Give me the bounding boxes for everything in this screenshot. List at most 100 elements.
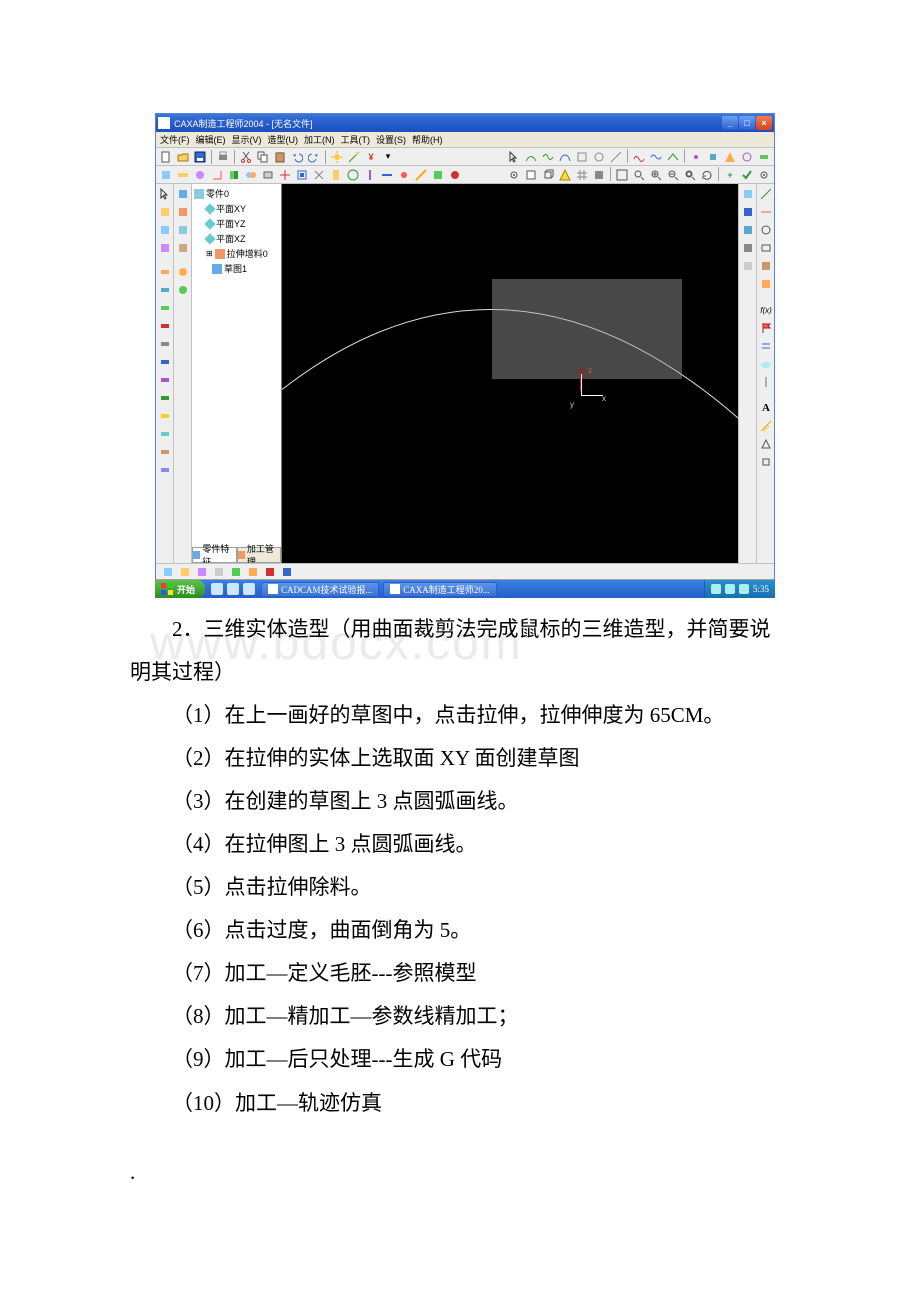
tree-extrude[interactable]: ⊞拉伸增料0: [194, 246, 279, 261]
lt2a-icon[interactable]: [175, 186, 191, 202]
rt-tri-icon[interactable]: [758, 436, 774, 452]
view3-icon[interactable]: [540, 167, 556, 183]
view-shade-icon[interactable]: [591, 167, 607, 183]
op3-icon[interactable]: [722, 149, 738, 165]
view-grid-icon[interactable]: [574, 167, 590, 183]
model-canvas[interactable]: z y x: [282, 184, 738, 563]
rt-text-icon[interactable]: A: [758, 400, 774, 416]
lt11-icon[interactable]: [157, 372, 173, 388]
feat16-icon[interactable]: [413, 167, 429, 183]
print-icon[interactable]: [215, 149, 231, 165]
bt4-icon[interactable]: [211, 564, 227, 580]
open-icon[interactable]: [175, 149, 191, 165]
tree-plane-xy[interactable]: 平面XY: [194, 201, 279, 216]
layer-icon[interactable]: ¥: [363, 149, 379, 165]
tool-c-icon[interactable]: [608, 149, 624, 165]
rt4-icon[interactable]: [740, 240, 756, 256]
view2-icon[interactable]: [523, 167, 539, 183]
feat6-icon[interactable]: [243, 167, 259, 183]
op4-icon[interactable]: [739, 149, 755, 165]
bt7-icon[interactable]: [262, 564, 278, 580]
lt16-icon[interactable]: [157, 462, 173, 478]
sketch-icon[interactable]: [346, 149, 362, 165]
lt12-icon[interactable]: [157, 390, 173, 406]
rt-flag-icon[interactable]: [758, 320, 774, 336]
lt4-icon[interactable]: [157, 240, 173, 256]
ql1-icon[interactable]: [211, 583, 223, 595]
lt14-icon[interactable]: [157, 426, 173, 442]
taskbar-item-1[interactable]: CADCAM技术试验报...: [261, 582, 379, 597]
curve2-icon[interactable]: [540, 149, 556, 165]
save-icon[interactable]: [192, 149, 208, 165]
feat3-icon[interactable]: [192, 167, 208, 183]
menu-model[interactable]: 造型(U): [268, 133, 299, 146]
lt3-icon[interactable]: [157, 222, 173, 238]
rt2f-icon[interactable]: [758, 276, 774, 292]
tray3-icon[interactable]: [739, 584, 749, 594]
menu-machine[interactable]: 加工(N): [304, 133, 335, 146]
rt2a-icon[interactable]: [758, 186, 774, 202]
feat8-icon[interactable]: [277, 167, 293, 183]
sun-icon[interactable]: [329, 149, 345, 165]
lt13-icon[interactable]: [157, 408, 173, 424]
taskbar-item-2[interactable]: CAXA制造工程师20...: [383, 582, 496, 597]
feat11-icon[interactable]: [328, 167, 344, 183]
feat5-icon[interactable]: [226, 167, 242, 183]
lt15-icon[interactable]: [157, 444, 173, 460]
plus-icon[interactable]: +: [722, 167, 738, 183]
lt2f-icon[interactable]: [175, 282, 191, 298]
bt2-icon[interactable]: [177, 564, 193, 580]
menu-tool[interactable]: 工具(T): [341, 133, 371, 146]
win1-icon[interactable]: [614, 167, 630, 183]
op1-icon[interactable]: [688, 149, 704, 165]
rt2c-icon[interactable]: [758, 222, 774, 238]
lt2-icon[interactable]: [157, 204, 173, 220]
maximize-button[interactable]: □: [739, 116, 755, 130]
tree-root[interactable]: 零件0: [194, 186, 279, 201]
gear-icon[interactable]: [756, 167, 772, 183]
feat17-icon[interactable]: [430, 167, 446, 183]
rt2-icon[interactable]: [740, 204, 756, 220]
curve1-icon[interactable]: [523, 149, 539, 165]
tool-a-icon[interactable]: [574, 149, 590, 165]
zoom-reset-icon[interactable]: [631, 167, 647, 183]
rt3-icon[interactable]: [740, 222, 756, 238]
tree-plane-xz[interactable]: 平面XZ: [194, 231, 279, 246]
lt1-icon[interactable]: [157, 186, 173, 202]
start-button[interactable]: 开始: [155, 580, 205, 598]
lt2b-icon[interactable]: [175, 204, 191, 220]
check-icon[interactable]: [739, 167, 755, 183]
dropdown-icon[interactable]: ▾: [380, 149, 396, 165]
feat1-icon[interactable]: [158, 167, 174, 183]
feat13-icon[interactable]: [362, 167, 378, 183]
rotate-icon[interactable]: [699, 167, 715, 183]
view-warn-icon[interactable]: [557, 167, 573, 183]
wave2-icon[interactable]: [648, 149, 664, 165]
ql2-icon[interactable]: [227, 583, 239, 595]
feat15-icon[interactable]: [396, 167, 412, 183]
op2-icon[interactable]: [705, 149, 721, 165]
zoom-fit-icon[interactable]: [682, 167, 698, 183]
bt6-icon[interactable]: [245, 564, 261, 580]
op5-icon[interactable]: [756, 149, 772, 165]
lt5-icon[interactable]: [157, 264, 173, 280]
tool-b-icon[interactable]: [591, 149, 607, 165]
curve3-icon[interactable]: [557, 149, 573, 165]
lt7-icon[interactable]: [157, 300, 173, 316]
feat9-icon[interactable]: [294, 167, 310, 183]
select-icon[interactable]: [506, 149, 522, 165]
lt2c-icon[interactable]: [175, 222, 191, 238]
paste-icon[interactable]: [272, 149, 288, 165]
view1-icon[interactable]: [506, 167, 522, 183]
lt9-icon[interactable]: [157, 336, 173, 352]
zoom-in-icon[interactable]: [648, 167, 664, 183]
lt2e-icon[interactable]: [175, 264, 191, 280]
rt-meas-icon[interactable]: [758, 418, 774, 434]
tree-plane-yz[interactable]: 平面YZ: [194, 216, 279, 231]
new-icon[interactable]: [158, 149, 174, 165]
tab-machine[interactable]: 加工管理: [237, 547, 282, 563]
bt5-icon[interactable]: [228, 564, 244, 580]
bt8-icon[interactable]: [279, 564, 295, 580]
feat18-icon[interactable]: [447, 167, 463, 183]
menu-setting[interactable]: 设置(S): [376, 133, 406, 146]
